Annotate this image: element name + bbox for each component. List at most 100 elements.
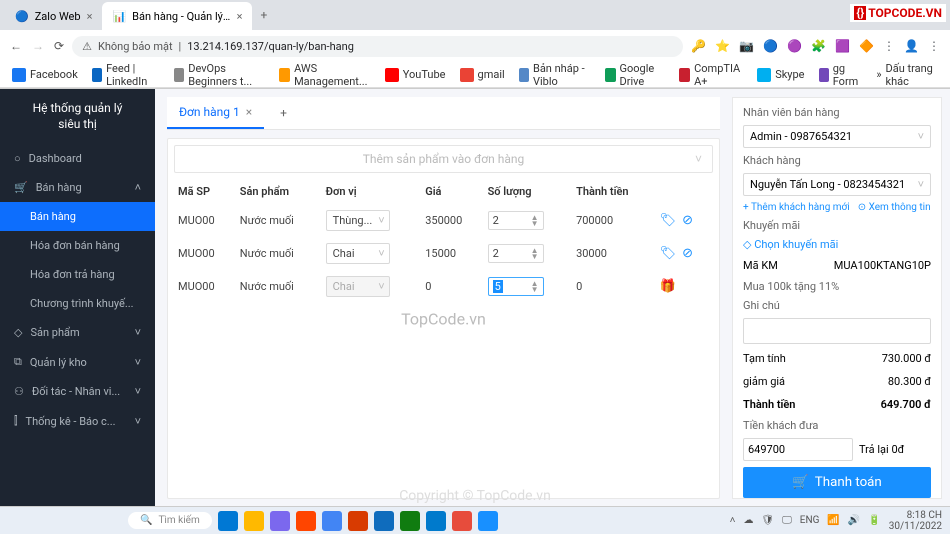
app-icon[interactable] [452,511,472,531]
app-icon[interactable] [426,511,446,531]
stop-icon[interactable]: ⊘ [682,246,693,261]
ext-icon[interactable]: ⋮ [883,39,895,53]
reload-icon[interactable]: ⟳ [54,39,64,53]
choose-promo-link[interactable]: ◇ Chọn khuyến mãi [743,238,931,251]
add-customer-link[interactable]: + Thêm khách hàng mới [743,202,850,213]
bookmark-aws[interactable]: AWS Management... [279,62,371,88]
ext-icon[interactable]: ⭐ [715,39,730,53]
app-icon[interactable] [374,511,394,531]
promo-desc: Mua 100k tặng 11% [743,280,931,293]
tray-lang[interactable]: ENG [800,515,820,526]
bookmark-gmail[interactable]: gmail [460,68,505,82]
sidebar-sub-returns[interactable]: Hóa đơn trả hàng [0,260,155,289]
back-icon[interactable]: ← [10,39,22,53]
gift-icon[interactable]: 🎁 [660,279,676,294]
app-icon[interactable] [296,511,316,531]
ext-icon[interactable]: 🔵 [763,39,778,53]
bookmark-ggform[interactable]: gg Form [819,62,863,88]
tray-icon[interactable]: 🛡 [761,515,774,526]
taskbar-search[interactable]: 🔍Tìm kiếm [128,512,212,529]
qty-input[interactable]: 5▲▼ [488,277,544,296]
app-icon[interactable] [218,511,238,531]
app-icon[interactable] [348,511,368,531]
battery-icon[interactable]: 🔋 [868,515,880,526]
ext-icon[interactable]: 🟪 [835,39,850,53]
stop-icon[interactable]: ⊘ [682,213,693,228]
add-order-tab[interactable]: + [268,100,299,126]
unit-select[interactable]: Thùng... [326,210,390,231]
tray-icon[interactable]: ☁ [743,515,753,526]
tag-icon[interactable]: 🏷 [660,213,677,228]
sidebar-sub-promo[interactable]: Chương trình khuyế... [0,289,155,318]
bookmark-devops[interactable]: DevOps Beginners t... [174,62,265,88]
close-icon[interactable]: × [237,10,243,23]
wifi-icon[interactable]: 📶 [827,515,839,526]
url-text: 13.214.169.137/quan-ly/ban-hang [187,40,354,53]
close-tab-icon[interactable]: × [246,105,252,119]
reports-icon: ⫿ [14,414,18,428]
tray-icon[interactable]: ˄ [730,515,736,526]
url-input[interactable]: ⚠ Không bảo mật | 13.214.169.137/quan-ly… [72,36,683,57]
sidebar-item-reports[interactable]: ⫿Thống kê - Báo c...˅ [0,406,155,436]
watermark: TopCode.vn [401,309,486,328]
cell-total: 0 [572,270,656,303]
staff-label: Nhân viên bán hàng [743,106,931,119]
bookmark-comptia[interactable]: CompTIA A+ [679,62,743,88]
ext-icon[interactable]: 🧩 [811,39,826,53]
sidebar-item-sales[interactable]: 🛒Bán hàng˄ [0,173,155,202]
chevron-down-icon: ˅ [135,385,141,398]
view-info-link[interactable]: ⊙ Xem thông tin [858,202,931,213]
ext-icon[interactable]: 🔶 [859,39,874,53]
sidebar-sub-sales[interactable]: Bán hàng [0,202,155,231]
sidebar-item-inventory[interactable]: ⧉Quản lý kho˅ [0,347,155,377]
close-icon[interactable]: × [87,10,93,23]
ext-icon[interactable]: 🟣 [787,39,802,53]
forward-icon[interactable]: → [32,39,44,53]
volume-icon[interactable]: 🔊 [848,515,860,526]
bookmark-skype[interactable]: Skype [757,68,804,82]
checkout-button[interactable]: 🛒Thanh toán [743,467,931,498]
qty-input[interactable]: 2▲▼ [488,211,544,230]
bookmark-facebook[interactable]: Facebook [12,68,78,82]
ext-icon[interactable]: 🔑 [691,39,706,53]
bookmark-gdrive[interactable]: Google Drive [605,62,665,88]
sidebar-item-products[interactable]: ◇Sản phẩm˅ [0,318,155,347]
cash-input[interactable] [743,438,853,461]
new-tab-button[interactable]: + [252,8,275,22]
browser-tab-active[interactable]: 📊 Bán hàng - Quản lý siêu thị mini × [102,2,252,30]
note-textarea[interactable] [743,318,931,344]
taskbar-clock[interactable]: 8:18 CH 30/11/2022 [889,510,942,532]
app-icon[interactable] [244,511,264,531]
cell-product: Nước muối [236,204,322,237]
bookmark-linkedin[interactable]: Feed | LinkedIn [92,62,160,88]
sidebar-item-dashboard[interactable]: ○Dashboard [0,144,155,173]
customer-select[interactable]: Nguyễn Tấn Long - 0823454321 [743,173,931,196]
checkout-panel: Nhân viên bán hàng Admin - 0987654321 Kh… [732,97,942,499]
avatar-icon[interactable]: 👤 [904,39,919,53]
bookmark-overflow[interactable]: » Dấu trang khác [876,62,938,88]
menu-icon[interactable]: ⋮ [928,39,940,53]
app-icon[interactable] [478,511,498,531]
app-icon[interactable] [322,511,342,531]
order-card: Thêm sản phẩm vào đơn hàng Mã SP Sản phẩ… [167,138,720,499]
app-icon[interactable] [270,511,290,531]
tag-icon[interactable]: 🏷 [660,246,677,261]
unit-select[interactable]: Chai [326,243,390,264]
staff-select[interactable]: Admin - 0987654321 [743,125,931,148]
subtotal-value: 730.000 đ [882,352,931,365]
sidebar-sub-invoices[interactable]: Hóa đơn bán hàng [0,231,155,260]
browser-tab-zalo[interactable]: 🔵 Zalo Web × [5,2,102,30]
order-tab-1[interactable]: Đơn hàng 1 × [167,97,264,129]
promo-code: MUA100KTANG10P [834,259,931,272]
app-icon[interactable] [400,511,420,531]
discount-label: giảm giá [743,375,785,388]
tray-icon[interactable]: 🖵 [782,515,792,526]
ext-icon[interactable]: 📷 [739,39,754,53]
qty-input[interactable]: 2▲▼ [488,244,544,263]
bookmark-youtube[interactable]: YouTube [385,68,446,82]
add-product-select[interactable]: Thêm sản phẩm vào đơn hàng [174,145,713,173]
tab-title: Bán hàng - Quản lý siêu thị mini [132,10,230,23]
unit-select: Chai [326,276,390,297]
bookmark-viblo[interactable]: Bản nháp - Viblo [519,62,592,88]
sidebar-item-partners[interactable]: ⚇Đối tác - Nhân vi...˅ [0,377,155,406]
